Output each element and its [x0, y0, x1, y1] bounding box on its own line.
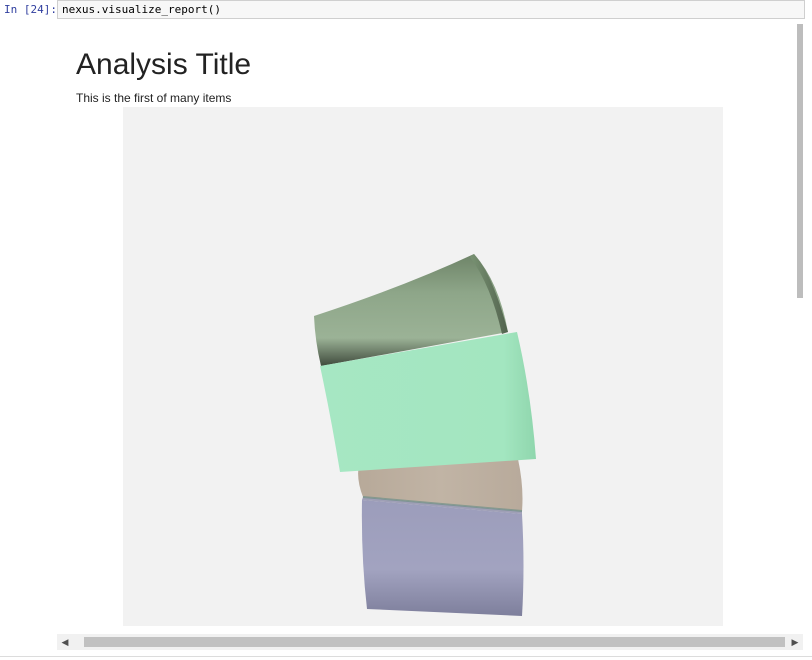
vertical-scrollbar[interactable] — [797, 24, 803, 298]
code-input[interactable]: nexus.visualize_report() — [57, 0, 805, 19]
report-text: This is the first of many items — [76, 91, 232, 105]
bottom-segment — [361, 500, 524, 616]
report-title: Analysis Title — [76, 48, 252, 81]
horizontal-scrollbar[interactable]: ◀ ▶ — [57, 634, 803, 650]
scroll-right-arrow-icon[interactable]: ▶ — [787, 634, 803, 650]
code-cell: In [24]: nexus.visualize_report() — [0, 0, 812, 22]
cell-output: Analysis Title This is the first of many… — [57, 24, 797, 630]
divider — [0, 656, 812, 657]
horizontal-scroll-thumb[interactable] — [84, 637, 785, 647]
cell-prompt: In [24]: — [4, 3, 57, 16]
scroll-left-arrow-icon[interactable]: ◀ — [57, 634, 73, 650]
3d-viewport[interactable] — [123, 107, 723, 626]
3d-scene — [314, 254, 536, 616]
